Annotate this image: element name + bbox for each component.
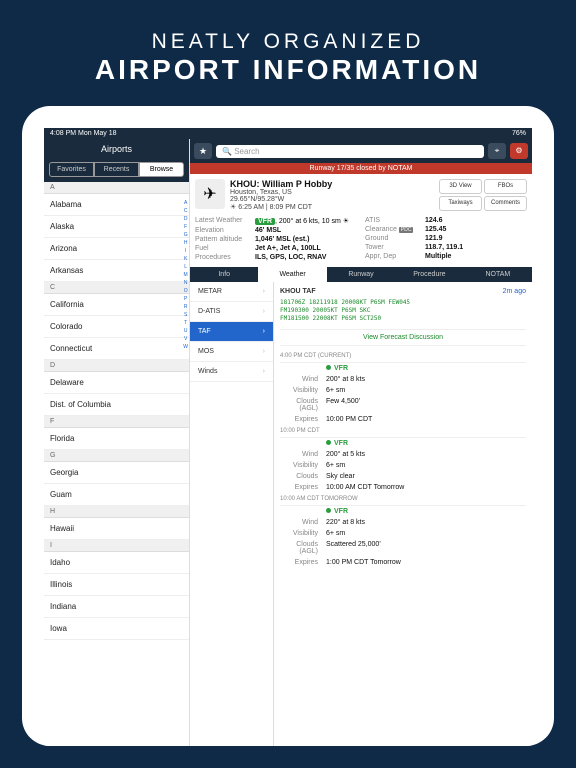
details-left: Latest WeatherVFR, 200° at 6 kts, 10 sm …	[195, 216, 357, 262]
list-item[interactable]: California	[44, 294, 189, 316]
sidebar-title: Airports	[44, 139, 189, 159]
tablet-frame: 4:08 PM Mon May 18 76% Airports Favorite…	[22, 106, 554, 746]
list-item[interactable]: Florida	[44, 428, 189, 450]
airport-location: Houston, Texas, US	[230, 189, 434, 196]
wx-menu-d-atis[interactable]: D-ATIS›	[190, 302, 273, 322]
seg-browse[interactable]: Browse	[139, 162, 184, 177]
wx-menu-metar[interactable]: METAR›	[190, 282, 273, 302]
hero-subtitle: NEATLY ORGANIZED	[0, 30, 576, 54]
notam-banner[interactable]: Runway 17/35 closed by NOTAM	[190, 163, 532, 174]
airport-details: Latest WeatherVFR, 200° at 6 kts, 10 sm …	[190, 216, 532, 267]
forecast-discussion-link[interactable]: View Forecast Discussion	[280, 329, 526, 346]
favorite-button[interactable]: ★	[194, 143, 212, 159]
detail-row: Elevation46' MSL	[195, 226, 357, 235]
status-battery: 76%	[512, 130, 526, 137]
weather-body[interactable]: KHOU TAF2m ago181706Z 18211918 20008KT P…	[274, 282, 532, 746]
settings-button[interactable]: ⚙	[510, 143, 528, 159]
detail-row: Appr, DepMultiple	[365, 252, 527, 261]
btn-comments[interactable]: Comments	[484, 196, 527, 211]
detail-row: FuelJet A+, Jet A, 100LL	[195, 244, 357, 253]
detail-row: ATIS124.6	[365, 216, 527, 225]
wx-menu-mos[interactable]: MOS›	[190, 342, 273, 362]
section-header: H	[44, 506, 189, 518]
detail-row: Pattern altitude1,046' MSL (est.)	[195, 235, 357, 244]
seg-favorites[interactable]: Favorites	[49, 162, 94, 177]
airport-header: ✈ KHOU: William P Hobby Houston, Texas, …	[190, 174, 532, 216]
list-item[interactable]: Georgia	[44, 462, 189, 484]
list-item[interactable]: Arkansas	[44, 260, 189, 282]
weather-content: METAR›D-ATIS›TAF›MOS›Winds› KHOU TAF2m a…	[190, 282, 532, 746]
tab-weather[interactable]: Weather	[258, 267, 326, 282]
details-right: ATIS124.6ClearancePDC125.45Ground121.9To…	[365, 216, 527, 262]
btn-taxiways[interactable]: Taxiways	[439, 196, 482, 211]
tab-procedure[interactable]: Procedure	[395, 267, 463, 282]
airport-coords: 29.65°N/95.28°W	[230, 196, 434, 203]
status-time: 4:08 PM Mon May 18	[50, 130, 117, 137]
section-header: D	[44, 360, 189, 372]
detail-row: ClearancePDC125.45	[365, 225, 527, 234]
airport-action-buttons: 3D View FBOs Taxiways Comments	[439, 179, 527, 211]
app-body: Airports Favorites Recents Browse AAlaba…	[44, 139, 532, 746]
locate-button[interactable]: ⌖	[488, 143, 506, 159]
airport-info: KHOU: William P Hobby Houston, Texas, US…	[230, 179, 434, 211]
tab-runway[interactable]: Runway	[327, 267, 395, 282]
list-item[interactable]: Alaska	[44, 216, 189, 238]
btn-3dview[interactable]: 3D View	[439, 179, 482, 194]
screen: 4:08 PM Mon May 18 76% Airports Favorite…	[44, 128, 532, 746]
segmented-control: Favorites Recents Browse	[44, 159, 189, 182]
section-header: C	[44, 282, 189, 294]
airport-sun: ☀ 6:25 AM | 8:09 PM CDT	[230, 203, 434, 211]
btn-fbos[interactable]: FBOs	[484, 179, 527, 194]
hero-title: AIRPORT INFORMATION	[0, 54, 576, 86]
list-item[interactable]: Guam	[44, 484, 189, 506]
airport-title: KHOU: William P Hobby	[230, 179, 434, 189]
detail-row: Tower118.7, 119.1	[365, 243, 527, 252]
section-header: F	[44, 416, 189, 428]
section-header: I	[44, 540, 189, 552]
list-item[interactable]: Hawaii	[44, 518, 189, 540]
status-bar: 4:08 PM Mon May 18 76%	[44, 128, 532, 139]
alpha-index[interactable]: A C D F G H I K L M N O P R S T U V W	[183, 199, 188, 351]
wx-menu-taf[interactable]: TAF›	[190, 322, 273, 342]
search-input[interactable]: 🔍 Search	[216, 145, 484, 158]
tab-info[interactable]: Info	[190, 267, 258, 282]
list-item[interactable]: Alabama	[44, 194, 189, 216]
list-item[interactable]: Arizona	[44, 238, 189, 260]
weather-menu: METAR›D-ATIS›TAF›MOS›Winds›	[190, 282, 274, 746]
list-item[interactable]: Iowa	[44, 618, 189, 640]
detail-row: Ground121.9	[365, 234, 527, 243]
seg-recents[interactable]: Recents	[94, 162, 139, 177]
list-item[interactable]: Illinois	[44, 574, 189, 596]
list-item[interactable]: Indiana	[44, 596, 189, 618]
topbar: ★ 🔍 Search ⌖ ⚙	[190, 139, 532, 163]
sidebar: Airports Favorites Recents Browse AAlaba…	[44, 139, 190, 746]
list-item[interactable]: Connecticut	[44, 338, 189, 360]
list-item[interactable]: Colorado	[44, 316, 189, 338]
wx-menu-winds[interactable]: Winds›	[190, 362, 273, 382]
tab-notam[interactable]: NOTAM	[464, 267, 532, 282]
main-panel: ★ 🔍 Search ⌖ ⚙ Runway 17/35 closed by NO…	[190, 139, 532, 746]
section-header: A	[44, 182, 189, 194]
tabs: Info Weather Runway Procedure NOTAM	[190, 267, 532, 282]
hero: NEATLY ORGANIZED AIRPORT INFORMATION	[0, 0, 576, 106]
state-list[interactable]: AAlabamaAlaskaArizonaArkansasCCalifornia…	[44, 182, 189, 746]
detail-row: Latest WeatherVFR, 200° at 6 kts, 10 sm …	[195, 216, 357, 226]
list-item[interactable]: Idaho	[44, 552, 189, 574]
airport-diagram-icon: ✈	[195, 179, 225, 209]
list-item[interactable]: Delaware	[44, 372, 189, 394]
detail-row: ProceduresILS, GPS, LOC, RNAV	[195, 253, 357, 262]
section-header: G	[44, 450, 189, 462]
list-item[interactable]: Dist. of Columbia	[44, 394, 189, 416]
